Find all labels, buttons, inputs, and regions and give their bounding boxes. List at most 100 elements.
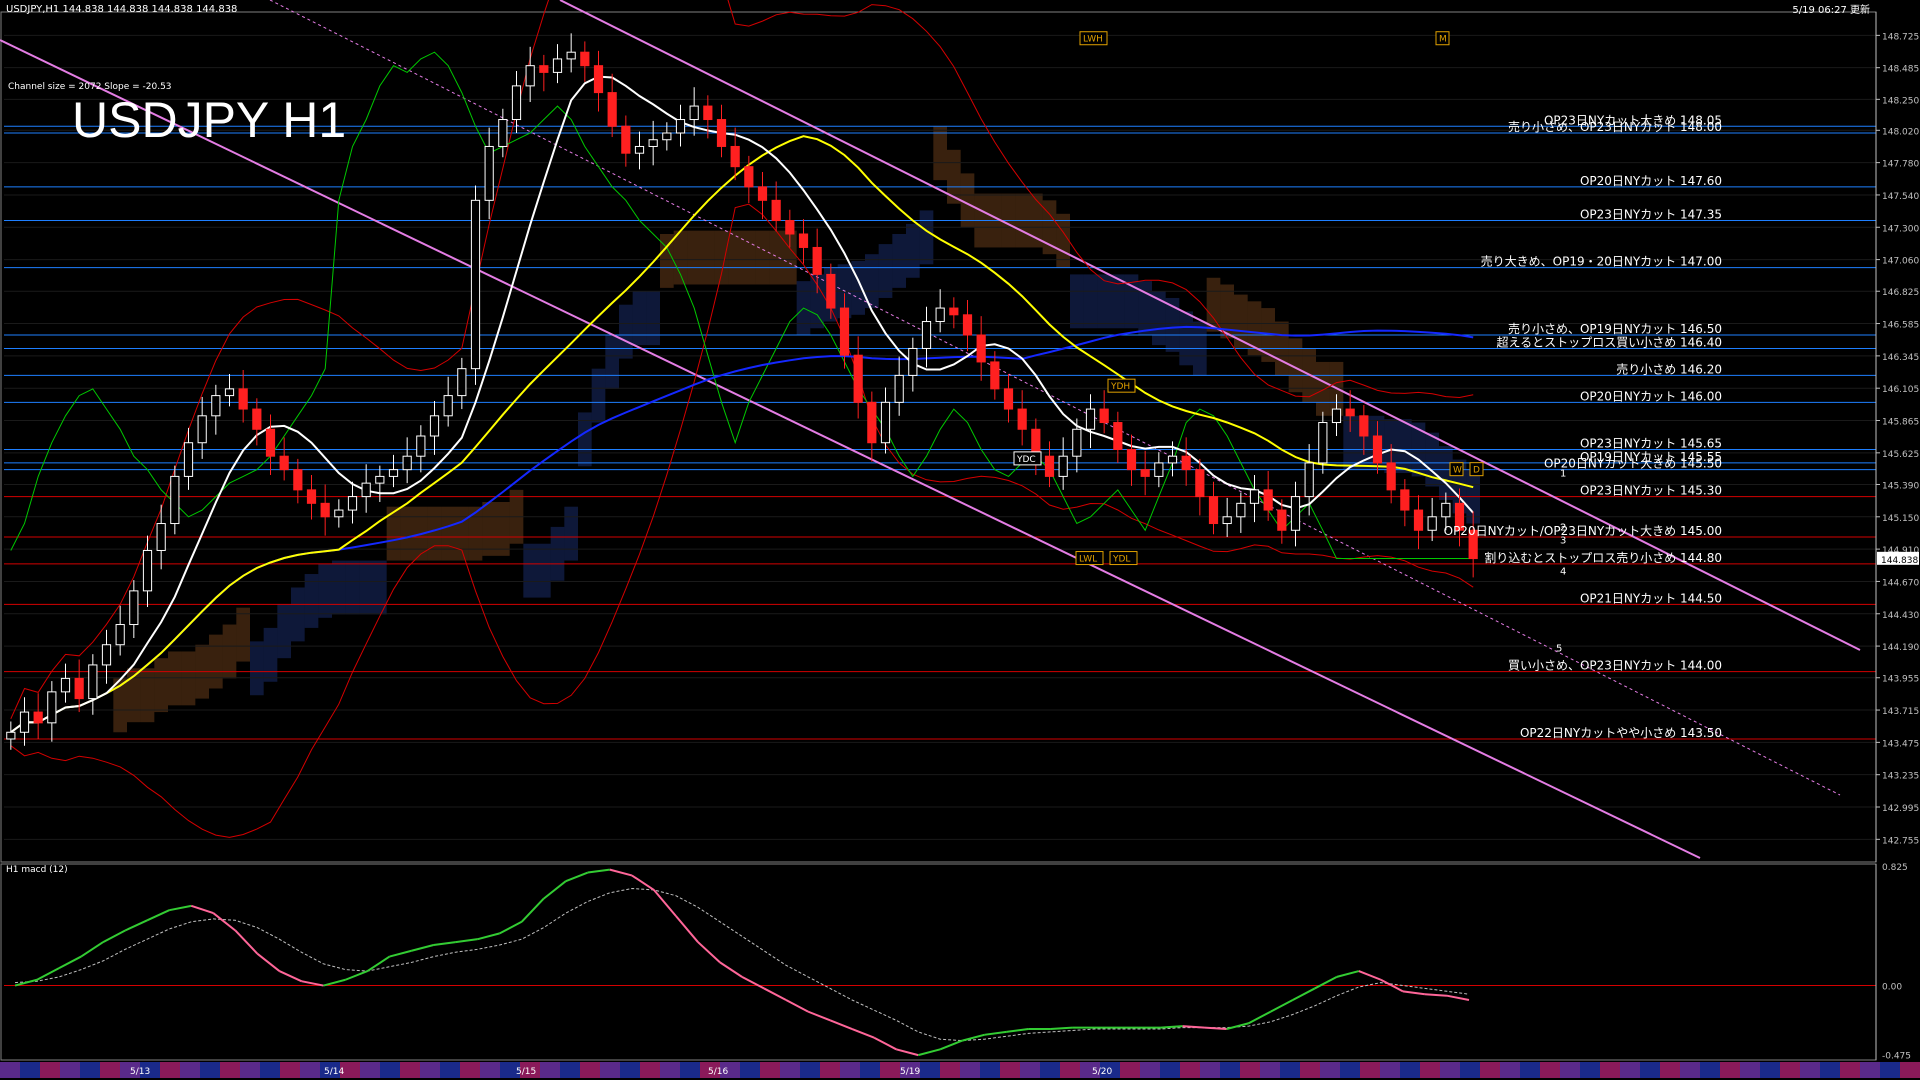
- candle-body: [716, 119, 727, 147]
- date-bar-cell: [880, 1062, 900, 1078]
- price-tick-label[interactable]: 146.345: [1882, 353, 1919, 363]
- price-tick-label[interactable]: 148.485: [1882, 65, 1919, 75]
- date-bar-cell: [1400, 1062, 1420, 1078]
- price-tick-label[interactable]: 147.060: [1882, 257, 1919, 267]
- price-tick-label[interactable]: 144.430: [1882, 611, 1919, 621]
- date-bar-cell: [100, 1062, 120, 1078]
- candle-body: [74, 677, 84, 700]
- cloud-segment: [523, 543, 537, 598]
- price-tick-label[interactable]: 144.190: [1882, 643, 1919, 653]
- cloud-segment: [933, 126, 947, 181]
- price-tick-label[interactable]: 144.670: [1882, 578, 1919, 588]
- cloud-segment: [742, 230, 756, 285]
- date-bar-cell: [1060, 1062, 1080, 1078]
- price-tick-label[interactable]: 148.725: [1882, 32, 1919, 42]
- date-bar-cell: [740, 1062, 760, 1078]
- candle-body: [429, 415, 440, 437]
- tag-d: D: [1469, 462, 1484, 477]
- symbol-info: USDJPY,H1 144.838 144.838 144.838 144.83…: [6, 4, 237, 15]
- cloud-segment: [619, 304, 633, 359]
- cloud-segment: [673, 230, 688, 285]
- price-tick-label[interactable]: 143.235: [1882, 772, 1919, 782]
- price-tick-label[interactable]: 147.540: [1882, 192, 1919, 202]
- cloud-segment: [728, 230, 742, 285]
- price-tick-label[interactable]: 143.955: [1882, 675, 1919, 685]
- cloud-segment: [892, 234, 906, 288]
- price-tick-label[interactable]: 147.780: [1882, 160, 1919, 170]
- price-tick-label[interactable]: 148.020: [1882, 127, 1919, 137]
- candle-body: [6, 731, 16, 740]
- date-bar-cell: [420, 1062, 440, 1078]
- date-bar-cell: [800, 1062, 820, 1078]
- macd-tick-label[interactable]: 0.00: [1882, 983, 1902, 993]
- candle-body: [1277, 509, 1287, 531]
- price-tick-label[interactable]: 145.865: [1882, 418, 1919, 428]
- price-tick-label[interactable]: 148.250: [1882, 96, 1919, 106]
- cloud-segment: [564, 506, 578, 561]
- candle-body: [826, 273, 836, 309]
- level-label: 売り大きめ、OP19・20日NYカット 147.00: [1481, 254, 1722, 269]
- price-tick-label[interactable]: 142.995: [1882, 804, 1919, 814]
- macd-tick-label[interactable]: 0.825: [1882, 863, 1908, 873]
- date-bar-cell: [1440, 1062, 1460, 1078]
- date-bar-cell: [380, 1062, 400, 1078]
- candle-body: [457, 368, 467, 397]
- cloud-segment: [181, 651, 196, 706]
- date-bar-cell: [1540, 1062, 1560, 1078]
- price-tick-label[interactable]: 143.475: [1882, 739, 1919, 749]
- candle-body: [416, 435, 426, 457]
- candle-body: [935, 307, 945, 323]
- price-tick-label[interactable]: 146.105: [1882, 385, 1919, 395]
- candle-body: [1072, 428, 1082, 457]
- date-bar-cell: [0, 1062, 20, 1078]
- candle-body: [1208, 496, 1219, 525]
- tag-lwh: LWH: [1079, 31, 1108, 46]
- cloud-segment: [304, 574, 319, 628]
- cloud-segment: [1316, 361, 1330, 416]
- candle-body: [1181, 455, 1191, 471]
- price-tick-label[interactable]: 142.755: [1882, 836, 1919, 846]
- date-bar-cell: [1380, 1062, 1400, 1078]
- date-bar-cell: [1680, 1062, 1700, 1078]
- date-bar-cell: [960, 1062, 980, 1078]
- candle-body: [1044, 455, 1055, 477]
- price-tick-label[interactable]: 145.625: [1882, 450, 1919, 460]
- cloud-segment: [441, 506, 455, 561]
- date-bar-cell: [860, 1062, 880, 1078]
- cloud-segment: [427, 506, 442, 561]
- macd-tick-label[interactable]: -0.475: [1882, 1051, 1911, 1061]
- date-label: 5/19: [900, 1067, 920, 1077]
- date-bar-cell: [1360, 1062, 1380, 1078]
- price-tick-label[interactable]: 145.390: [1882, 481, 1919, 491]
- candle-body: [853, 354, 863, 403]
- candle-body: [1085, 408, 1096, 430]
- date-bar-cell: [640, 1062, 660, 1078]
- candle-body: [60, 677, 71, 693]
- candle-body: [129, 590, 139, 626]
- price-tick-label[interactable]: 147.300: [1882, 224, 1919, 234]
- candle-body: [634, 145, 645, 154]
- candle-body: [607, 92, 617, 127]
- cloud-segment: [769, 230, 783, 285]
- tag-ydc: YDC: [1013, 451, 1042, 466]
- price-tick-label[interactable]: 145.150: [1882, 514, 1919, 524]
- level-label: OP23日NYカット 145.30: [1580, 484, 1722, 498]
- candle-body: [1003, 388, 1014, 410]
- candle-body: [1154, 462, 1164, 477]
- date-bar-cell: [220, 1062, 240, 1078]
- candle-body: [1113, 422, 1123, 450]
- candle-body: [1195, 469, 1205, 498]
- price-tick-label[interactable]: 146.585: [1882, 321, 1919, 331]
- cloud-segment: [209, 634, 223, 689]
- date-bar-cell: [1300, 1062, 1320, 1078]
- candle-body: [675, 119, 686, 134]
- candle-body: [443, 395, 453, 417]
- candle-body: [238, 388, 248, 410]
- price-tick-label[interactable]: 146.825: [1882, 288, 1919, 298]
- big-title: USDJPY H1: [72, 92, 346, 148]
- date-bar-cell: [1460, 1062, 1480, 1078]
- price-tick-label[interactable]: 143.715: [1882, 707, 1919, 717]
- candle-body: [361, 482, 371, 498]
- candle-body: [785, 220, 795, 235]
- cloud-segment: [1070, 274, 1084, 329]
